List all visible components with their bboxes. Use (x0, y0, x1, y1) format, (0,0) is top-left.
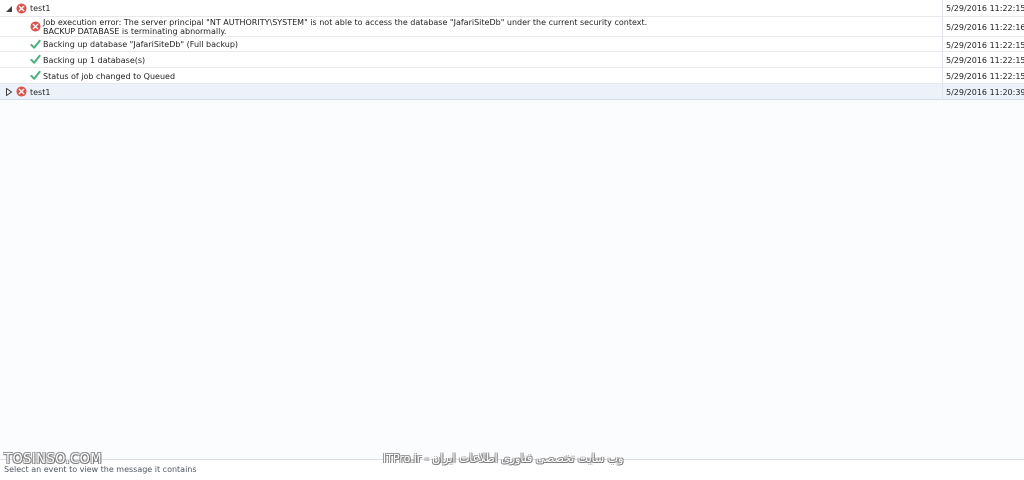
event-timestamp: 5/29/2016 11:22:16 AM (946, 23, 1024, 32)
event-timestamp: 5/29/2016 11:22:15 AM (946, 41, 1024, 50)
event-message: Backing up database "JafariSiteDb" (Full… (43, 40, 239, 49)
checkmark-icon (30, 70, 41, 80)
job-name: test1 (30, 88, 51, 97)
event-message: Job execution error: The server principa… (43, 18, 648, 27)
job-group-row[interactable]: test1 5/29/2016 11:20:39 AM (0, 84, 1024, 100)
error-icon (16, 3, 27, 14)
event-timestamp: 5/29/2016 11:22:15 AM (946, 72, 1024, 81)
expand-triangle-icon[interactable] (5, 88, 13, 96)
watermark-right: وب سایت تخصصی فناوری اطلاعات ایران - ITP… (383, 452, 624, 465)
job-name: test1 (30, 4, 51, 13)
event-message-continued: BACKUP DATABASE is terminating abnormall… (43, 27, 227, 36)
event-log-panel: test1 5/29/2016 11:22:15 AM Job executio… (0, 0, 1024, 460)
error-icon (30, 21, 41, 32)
error-icon (16, 86, 27, 97)
event-row[interactable]: Backing up 1 database(s) 5/29/2016 11:22… (0, 52, 1024, 68)
checkmark-icon (30, 54, 41, 64)
event-message: Status of job changed to Queued (43, 72, 176, 81)
event-row[interactable]: Job execution error: The server principa… (0, 17, 1024, 37)
job-timestamp: 5/29/2016 11:20:39 AM (946, 88, 1024, 97)
event-row[interactable]: Backing up database "JafariSiteDb" (Full… (0, 37, 1024, 52)
event-timestamp: 5/29/2016 11:22:15 AM (946, 56, 1024, 65)
checkmark-icon (30, 39, 41, 49)
event-message: Backing up 1 database(s) (43, 56, 146, 65)
status-bar-text: Select an event to view the message it c… (4, 465, 197, 474)
job-timestamp: 5/29/2016 11:22:15 AM (946, 4, 1024, 13)
job-group-row[interactable]: test1 5/29/2016 11:22:15 AM (0, 0, 1024, 17)
collapse-triangle-icon[interactable] (5, 5, 13, 13)
event-row[interactable]: Status of job changed to Queued 5/29/201… (0, 68, 1024, 84)
